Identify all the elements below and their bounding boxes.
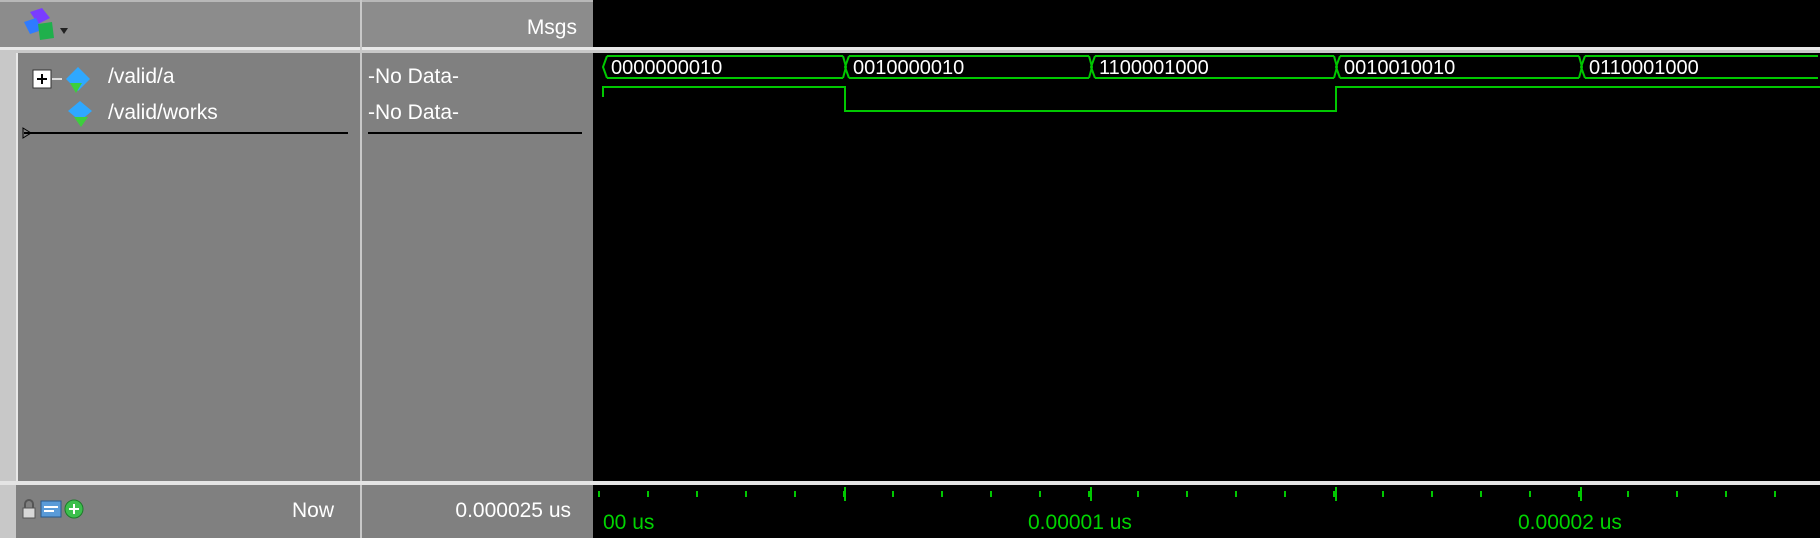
time-label-end: 0.00002 us — [1518, 511, 1622, 534]
now-pane: Now — [16, 485, 360, 538]
bus-signal-icon — [52, 67, 90, 93]
expand-plus-icon[interactable] — [32, 69, 52, 89]
row-separator — [24, 132, 348, 134]
add-cursor-icon[interactable] — [64, 499, 84, 519]
wave-window-icon[interactable] — [20, 8, 74, 44]
timeline-ticks — [598, 487, 1776, 501]
timeline-pane[interactable]: 00 us 0.00001 us 0.00002 us — [593, 485, 1820, 538]
signal-icon — [68, 101, 92, 127]
now-value-pane: 0.000025 us — [362, 485, 593, 538]
time-label-start: 00 us — [603, 511, 655, 534]
row-separator — [368, 132, 582, 134]
lock-icon[interactable] — [20, 499, 38, 519]
bus-transition — [601, 55, 608, 79]
bus-value-label: 0110001000 — [1589, 57, 1699, 79]
waveform-pane[interactable]: 0000000010 0010000010 1100001000 0010010010… — [593, 53, 1820, 481]
waveform-canvas[interactable]: 0000000010 0010000010 1100001000 0010010010… — [593, 53, 1820, 481]
signal-value-a: -No Data- — [368, 65, 460, 88]
bus-value-label: 0010000010 — [853, 57, 964, 79]
signal-values-pane: -No Data- -No Data- — [362, 53, 593, 481]
wave-header — [593, 0, 1820, 50]
left-margin — [0, 53, 16, 538]
toolbar-header — [0, 0, 360, 50]
bus-value-label: 1100001000 — [1099, 57, 1209, 79]
msgs-column-header: Msgs — [362, 0, 593, 50]
now-value: 0.000025 us — [455, 499, 571, 522]
bus-value-label: 0010010010 — [1344, 57, 1455, 79]
signal-value-works: -No Data- — [368, 101, 460, 124]
bit-waveform-works — [602, 86, 1820, 112]
signal-name-works[interactable]: /valid/works — [108, 101, 218, 125]
now-label: Now — [291, 499, 334, 522]
zoom-icon[interactable] — [40, 499, 62, 519]
signal-name-a[interactable]: /valid/a — [108, 65, 175, 89]
signal-names-pane[interactable]: /valid/a /valid/works — [16, 53, 360, 481]
bus-value-label: 0000000010 — [611, 57, 722, 79]
time-label-mid: 0.00001 us — [1028, 511, 1132, 534]
msgs-label: Msgs — [526, 16, 577, 39]
